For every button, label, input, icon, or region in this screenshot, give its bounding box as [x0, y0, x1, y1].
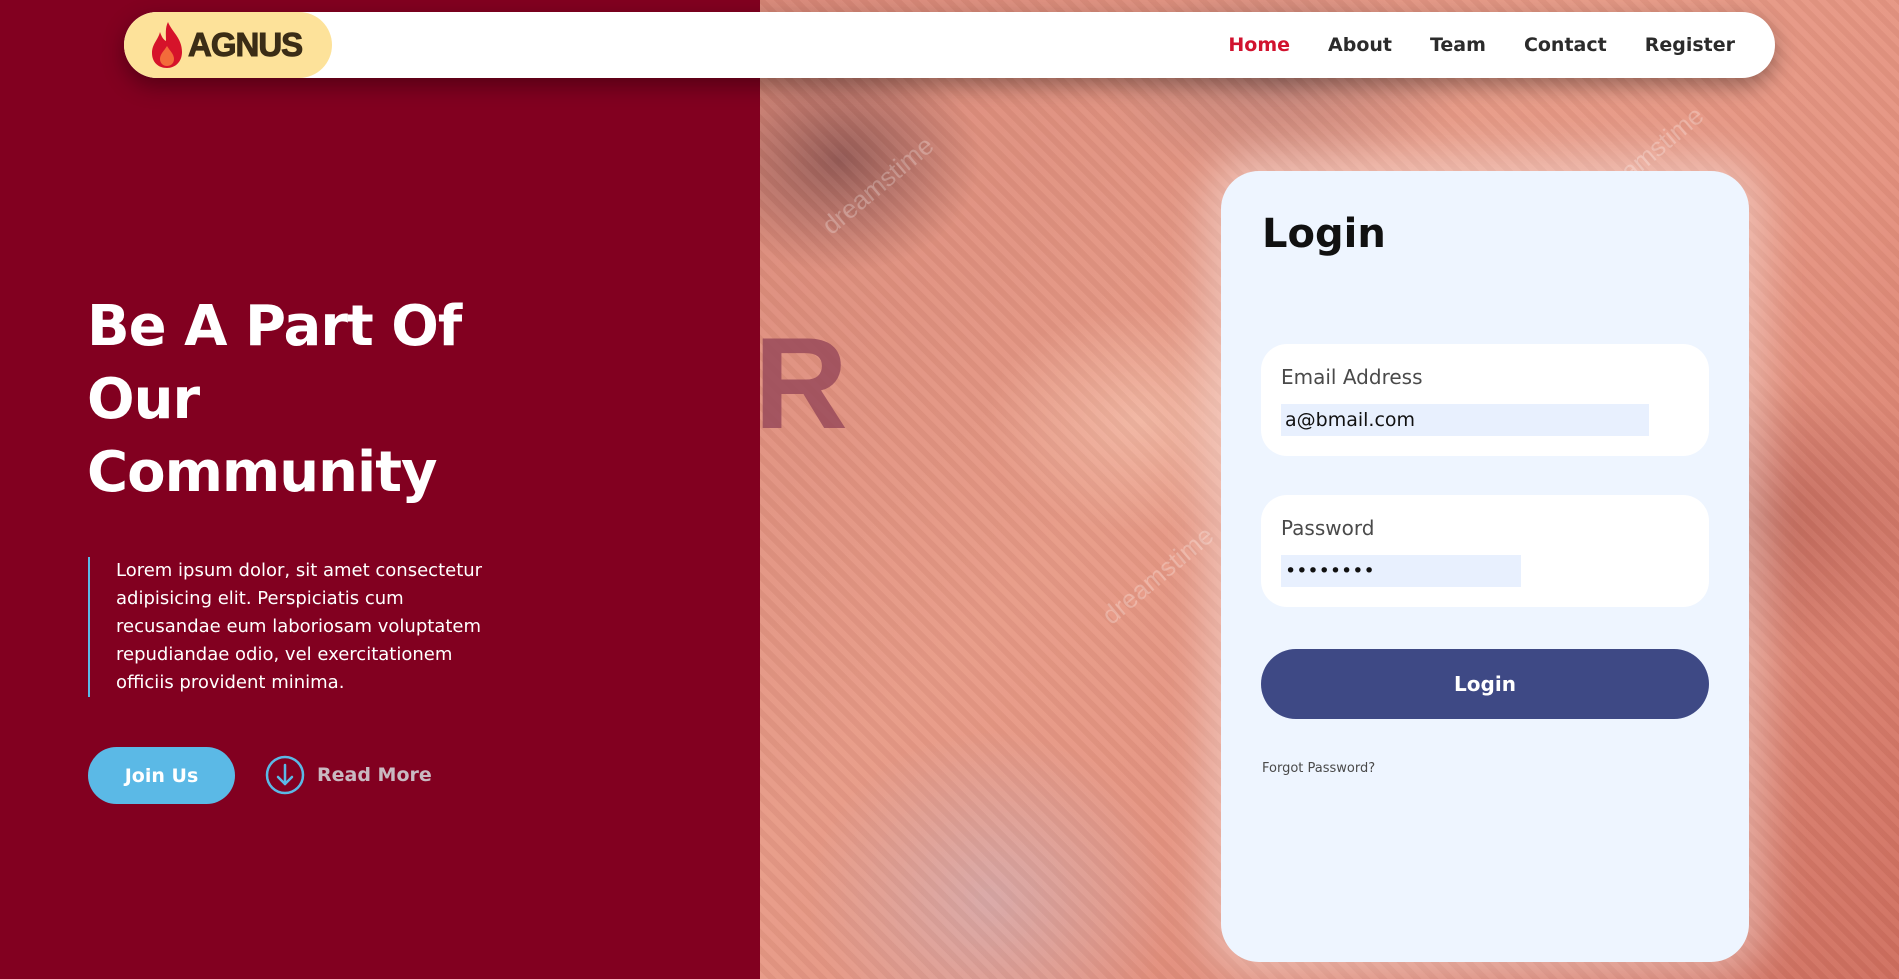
arrow-down-circle-icon	[265, 755, 305, 795]
flame-icon	[152, 22, 182, 68]
nav-about[interactable]: About	[1328, 34, 1392, 56]
hero-title-line: Community	[87, 440, 437, 505]
read-more-label: Read More	[317, 764, 432, 786]
brand-name: AGNUS	[187, 26, 303, 64]
password-field-box: Password	[1261, 495, 1709, 607]
join-us-button[interactable]: Join Us	[88, 747, 235, 804]
hero-title: Be A Part Of Our Community	[87, 290, 507, 509]
brand-logo[interactable]: AGNUS	[124, 12, 332, 78]
password-input[interactable]	[1281, 555, 1521, 587]
nav-register[interactable]: Register	[1645, 34, 1735, 56]
nav-team[interactable]: Team	[1430, 34, 1486, 56]
password-label: Password	[1281, 516, 1375, 540]
watermark-text: dreamstime	[815, 129, 940, 241]
login-submit-button[interactable]: Login	[1261, 649, 1709, 719]
email-field-box: Email Address	[1261, 344, 1709, 456]
watermark-text: dreamstime	[1095, 519, 1220, 631]
login-card: Login Email Address Password Login Forgo…	[1221, 171, 1749, 962]
hero-title-line: Our	[87, 367, 200, 432]
email-label: Email Address	[1281, 365, 1423, 389]
nav-home[interactable]: Home	[1228, 34, 1290, 56]
email-input[interactable]	[1281, 404, 1649, 436]
hero-description: Lorem ipsum dolor, sit amet consectetur …	[88, 557, 488, 697]
forgot-password-link[interactable]: Forgot Password?	[1262, 761, 1375, 776]
nav-menu: Home About Team Contact Register	[1228, 12, 1735, 78]
nav-contact[interactable]: Contact	[1524, 34, 1607, 56]
login-title: Login	[1262, 211, 1386, 257]
background-letter: R	[760, 310, 848, 456]
hero-title-line: Be A Part Of	[87, 294, 462, 359]
read-more-link[interactable]: Read More	[265, 755, 432, 795]
top-navbar: AGNUS Home About Team Contact Register	[124, 12, 1775, 78]
